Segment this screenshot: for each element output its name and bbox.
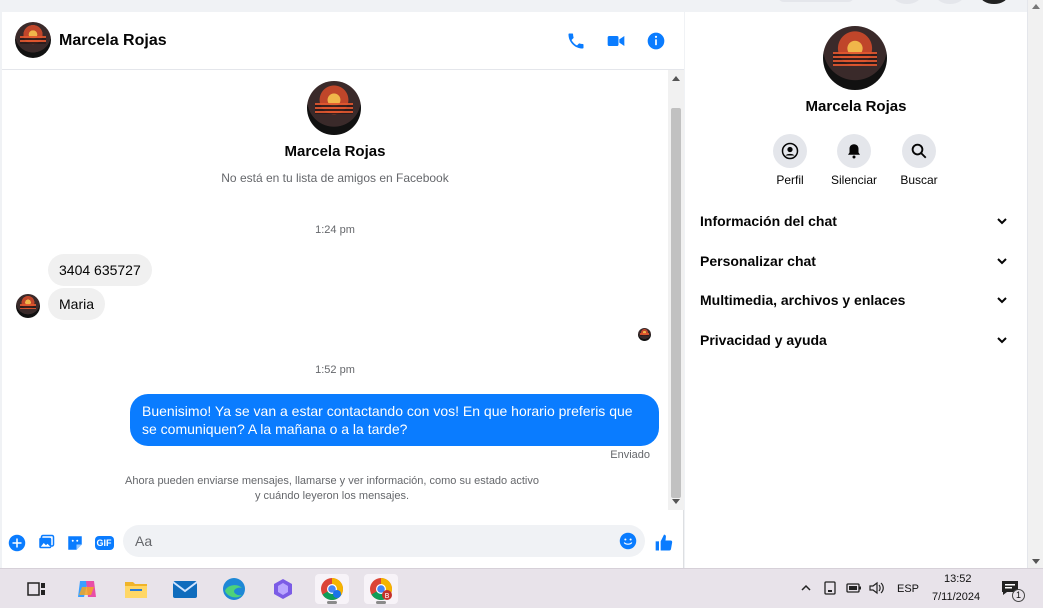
info-icon[interactable] — [645, 30, 667, 52]
taskbar: B ESP 13:52 7/11/2024 1 — [0, 568, 1043, 608]
chevron-down-icon[interactable] — [992, 251, 1012, 271]
teams-icon[interactable] — [266, 574, 300, 604]
search-icon[interactable] — [902, 134, 936, 168]
intro-name: Marcela Rojas — [284, 143, 386, 160]
section-media-files[interactable]: Multimedia, archivos y enlaces — [685, 282, 1027, 318]
section-label: Personalizar chat — [700, 253, 816, 269]
bell-icon[interactable] — [837, 134, 871, 168]
copilot-icon[interactable] — [70, 574, 104, 604]
profile-icon[interactable] — [773, 134, 807, 168]
profile-label: Perfil — [776, 173, 804, 187]
search-pill[interactable] — [778, 0, 854, 2]
chevron-down-icon[interactable] — [992, 290, 1012, 310]
outgoing-message[interactable]: Buenisimo! Ya se van a estar contactando… — [130, 394, 659, 446]
sender-avatar[interactable] — [16, 294, 40, 318]
search-label: Buscar — [900, 173, 938, 187]
chat-header: Marcela Rojas — [2, 12, 684, 70]
battery-icon[interactable] — [845, 579, 863, 597]
message-scrollbar[interactable] — [668, 70, 684, 510]
phone-icon[interactable] — [565, 30, 587, 52]
mute-label: Silenciar — [830, 173, 878, 187]
clock-date[interactable]: 7/11/2024 — [932, 591, 980, 603]
notice-line-1: Ahora pueden enviarse mensajes, llamarse… — [125, 475, 539, 487]
scroll-up-arrow-icon[interactable] — [1032, 4, 1040, 9]
chevron-up-icon[interactable] — [797, 579, 815, 597]
message-status: Enviado — [610, 449, 650, 461]
details-avatar[interactable] — [823, 26, 887, 90]
contact-name[interactable]: Marcela Rojas — [59, 32, 167, 50]
section-chat-info[interactable]: Información del chat — [685, 203, 1027, 239]
section-label: Información del chat — [700, 213, 837, 229]
section-label: Multimedia, archivos y enlaces — [700, 292, 906, 308]
incoming-message[interactable]: 3404 635727 — [48, 254, 152, 286]
seen-indicator-avatar — [638, 328, 651, 341]
gif-label: GIF — [94, 536, 114, 550]
scroll-down-arrow-icon[interactable] — [672, 499, 680, 504]
chrome-profile-icon[interactable]: B — [364, 574, 398, 604]
image-icon[interactable] — [36, 533, 56, 553]
intro-subtitle: No está en tu lista de amigos en Faceboo… — [221, 171, 449, 185]
scroll-thumb[interactable] — [671, 108, 681, 498]
notice-line-2: y cuándo leyeron los mensajes. — [254, 490, 410, 502]
task-view-icon[interactable] — [20, 574, 54, 604]
page-scrollbar[interactable] — [1027, 0, 1043, 568]
chevron-down-icon[interactable] — [992, 330, 1012, 350]
contact-avatar[interactable] — [15, 22, 51, 58]
language-indicator[interactable]: ESP — [897, 583, 919, 595]
section-label: Privacidad y ayuda — [700, 332, 827, 348]
details-name: Marcela Rojas — [805, 98, 907, 115]
sticker-icon[interactable] — [65, 533, 85, 553]
video-camera-icon[interactable] — [605, 30, 627, 52]
plus-icon[interactable] — [7, 533, 27, 553]
timestamp: 1:24 pm — [315, 224, 355, 236]
timestamp: 1:52 pm — [315, 364, 355, 376]
file-explorer-icon[interactable] — [119, 574, 153, 604]
section-privacy-help[interactable]: Privacidad y ayuda — [685, 322, 1027, 358]
search-button[interactable]: Buscar — [884, 134, 954, 187]
messenger-circle-icon[interactable] — [936, 0, 964, 4]
menu-circle-icon[interactable] — [893, 0, 921, 4]
details-panel: Marcela Rojas Perfil Silenciar Buscar In… — [685, 12, 1027, 568]
scroll-up-arrow-icon[interactable] — [672, 76, 680, 81]
svg-text:B: B — [385, 592, 390, 600]
volume-icon[interactable] — [868, 579, 886, 597]
profile-button[interactable]: Perfil — [755, 134, 825, 187]
like-icon[interactable] — [654, 533, 674, 553]
mail-icon[interactable] — [168, 574, 202, 604]
section-customize-chat[interactable]: Personalizar chat — [685, 243, 1027, 279]
message-input[interactable] — [135, 525, 605, 557]
emoji-icon[interactable] — [618, 531, 638, 551]
gif-icon[interactable]: GIF — [93, 533, 115, 553]
chat-panel: Marcela Rojas Marcela Rojas No está en t… — [2, 12, 684, 568]
notification-count-badge: 1 — [1012, 589, 1025, 602]
clock-time[interactable]: 13:52 — [944, 573, 972, 585]
composer: GIF — [2, 516, 684, 568]
account-avatar[interactable] — [980, 0, 1008, 4]
chrome-icon[interactable] — [315, 574, 349, 604]
edge-icon[interactable] — [217, 574, 251, 604]
intro-avatar[interactable] — [307, 81, 361, 135]
browser-top-strip — [0, 0, 1043, 12]
incoming-message[interactable]: Maria — [48, 288, 106, 320]
chevron-down-icon[interactable] — [992, 211, 1012, 231]
message-input-wrapper — [123, 525, 645, 557]
message-list: Marcela Rojas No está en tu lista de ami… — [2, 70, 668, 510]
privacy-notice: Ahora pueden enviarse mensajes, llamarse… — [112, 474, 552, 504]
device-icon[interactable] — [821, 579, 839, 597]
mute-button[interactable]: Silenciar — [819, 134, 889, 187]
scroll-down-arrow-icon[interactable] — [1032, 559, 1040, 564]
